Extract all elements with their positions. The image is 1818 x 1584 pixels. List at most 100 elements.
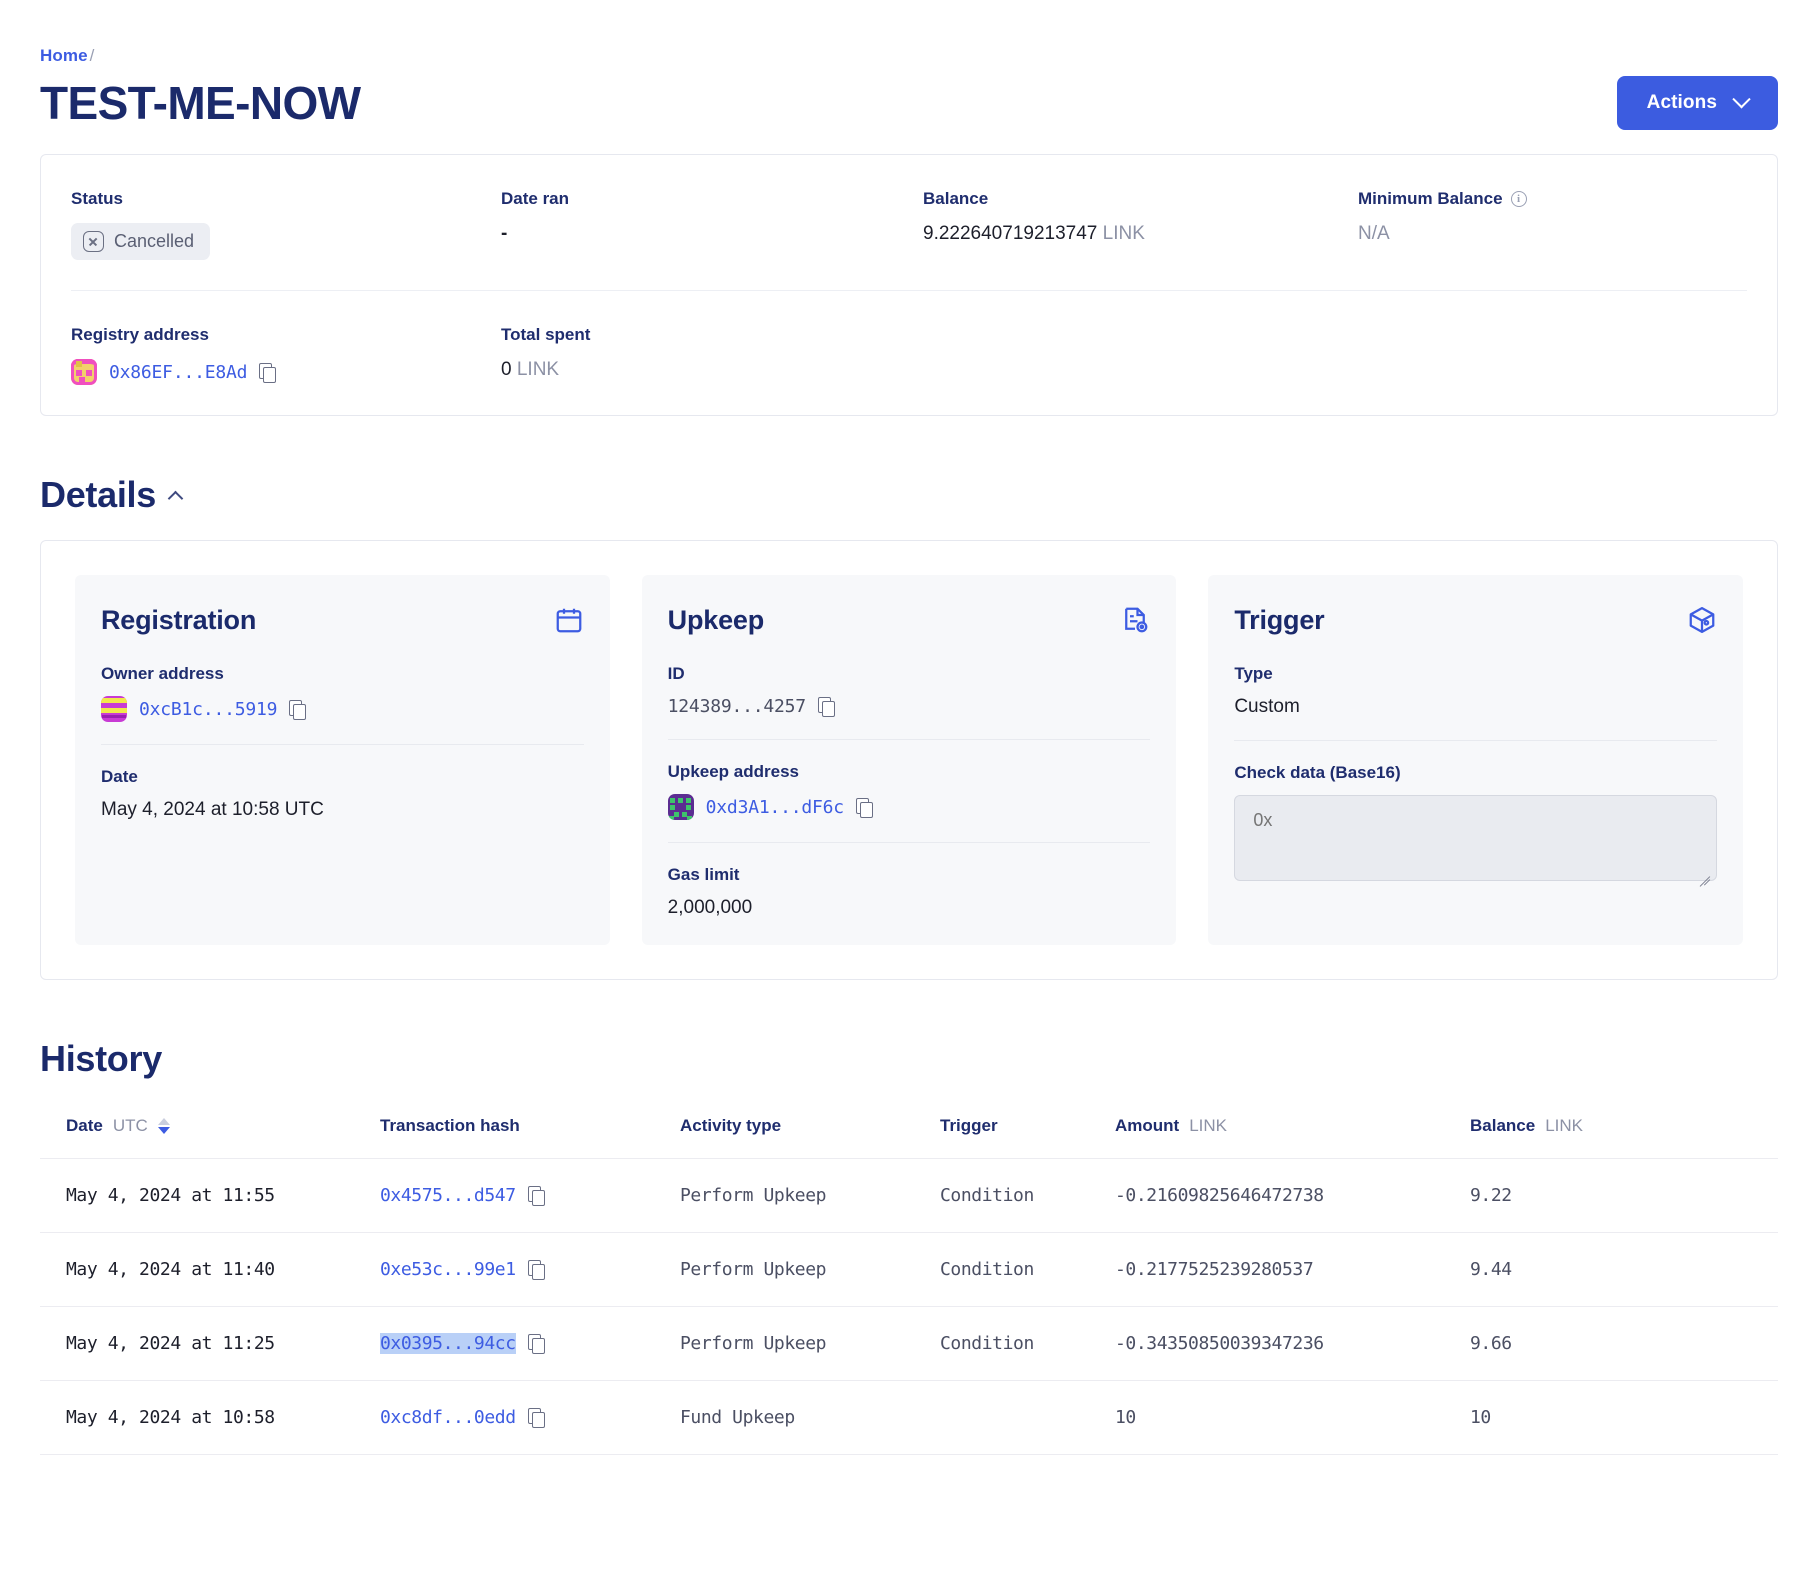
upkeep-panel: Upkeep ID 124389...4257 Upkeep address 0… bbox=[641, 575, 1177, 945]
balance-field: Balance 9.222640719213747 LINK bbox=[923, 189, 1358, 260]
copy-icon[interactable] bbox=[817, 697, 835, 717]
column-header-amount-unit: LINK bbox=[1189, 1116, 1228, 1135]
chevron-up-icon[interactable] bbox=[167, 490, 184, 506]
minimum-balance-label: Minimum Balance i bbox=[1358, 189, 1747, 209]
table-row: May 4, 2024 at 11:55 0x4575...d547 Perform… bbox=[40, 1158, 1778, 1233]
copy-icon[interactable] bbox=[289, 699, 307, 720]
owner-identicon-icon bbox=[101, 696, 127, 722]
copy-icon[interactable] bbox=[855, 797, 873, 818]
cell-balance: 9.22 bbox=[1470, 1158, 1778, 1233]
copy-icon[interactable] bbox=[527, 1186, 545, 1206]
cancel-octagon-icon bbox=[83, 231, 104, 252]
summary-row-bottom: Registry address 0x86EF...E8Ad Total spe… bbox=[71, 325, 1747, 385]
info-icon[interactable]: i bbox=[1510, 191, 1527, 207]
cell-hash: 0xe53c...99e1 bbox=[380, 1232, 680, 1307]
cell-hash: 0x4575...d547 bbox=[380, 1158, 680, 1233]
gas-limit-field: Gas limit 2,000,000 bbox=[667, 842, 1151, 919]
minimum-balance-label-text: Minimum Balance bbox=[1358, 189, 1503, 208]
column-header-date[interactable]: Date UTC bbox=[40, 1104, 380, 1159]
date-ran-value: - bbox=[501, 223, 508, 244]
table-header-row: Date UTC Transaction hash Activity type … bbox=[40, 1104, 1778, 1159]
trigger-panel: Trigger Type Custom Check data (Base16) bbox=[1208, 575, 1743, 945]
cell-balance: 10 bbox=[1470, 1380, 1778, 1455]
upkeep-address-label: Upkeep address bbox=[667, 762, 799, 781]
transaction-hash-link[interactable]: 0xe53c...99e1 bbox=[380, 1259, 516, 1280]
cell-activity-type: Perform Upkeep bbox=[680, 1232, 940, 1307]
total-spent-value-wrap: 0 LINK bbox=[501, 359, 923, 381]
transaction-hash-link[interactable]: 0x4575...d547 bbox=[380, 1185, 516, 1206]
check-data-input[interactable] bbox=[1234, 795, 1717, 881]
total-spent-field: Total spent 0 LINK bbox=[501, 325, 923, 385]
registration-date-value: May 4, 2024 at 10:58 UTC bbox=[101, 799, 324, 820]
trigger-type-label: Type bbox=[1234, 664, 1273, 683]
upkeep-address-line: 0xd3A1...dF6c bbox=[667, 794, 1151, 820]
copy-icon[interactable] bbox=[527, 1334, 545, 1354]
balance-value: 9.222640719213747 bbox=[923, 223, 1098, 244]
owner-address-field: Owner address 0xcB1c...5919 bbox=[101, 664, 584, 744]
copy-icon[interactable] bbox=[259, 362, 277, 383]
column-header-balance-unit: LINK bbox=[1545, 1116, 1583, 1135]
gas-limit-label: Gas limit bbox=[667, 865, 740, 884]
registry-address-label: Registry address bbox=[71, 325, 209, 344]
trigger-panel-title: Trigger bbox=[1234, 605, 1325, 635]
history-table: Date UTC Transaction hash Activity type … bbox=[40, 1104, 1778, 1455]
upkeep-panel-title: Upkeep bbox=[667, 605, 765, 635]
cell-activity-type: Perform Upkeep bbox=[680, 1306, 940, 1381]
actions-button[interactable]: Actions bbox=[1616, 76, 1778, 130]
column-header-trigger: Trigger bbox=[940, 1116, 998, 1135]
trigger-type-value: Custom bbox=[1234, 696, 1300, 717]
check-data-label: Check data (Base16) bbox=[1234, 763, 1401, 782]
cell-balance: 9.44 bbox=[1470, 1232, 1778, 1307]
cell-date: May 4, 2024 at 11:40 bbox=[40, 1232, 380, 1307]
column-header-activity: Activity type bbox=[680, 1116, 782, 1135]
balance-unit: LINK bbox=[1102, 223, 1145, 244]
registration-panel-title: Registration bbox=[101, 605, 257, 635]
spacer-cell-1 bbox=[923, 325, 1358, 385]
sort-arrows-icon[interactable] bbox=[157, 1118, 170, 1134]
upkeep-address-link[interactable]: 0xd3A1...dF6c bbox=[706, 797, 844, 818]
upkeep-identicon-icon bbox=[667, 794, 694, 820]
cell-hash: 0xc8df...0edd bbox=[380, 1380, 680, 1455]
page-header: TEST-ME-NOW Actions bbox=[40, 76, 1778, 130]
upkeep-id-line: 124389...4257 bbox=[668, 696, 1151, 717]
registry-address-link[interactable]: 0x86EF...E8Ad bbox=[109, 362, 247, 383]
copy-icon[interactable] bbox=[527, 1408, 545, 1428]
status-field: Status Cancelled bbox=[71, 189, 501, 260]
trigger-panel-header: Trigger bbox=[1234, 605, 1717, 636]
column-header-date-text: Date bbox=[66, 1116, 103, 1135]
history-section-heading: History bbox=[40, 1038, 1778, 1080]
balance-value-wrap: 9.222640719213747 LINK bbox=[923, 223, 1358, 245]
cell-trigger: Condition bbox=[940, 1232, 1115, 1307]
owner-address-link[interactable]: 0xcB1c...5919 bbox=[139, 699, 277, 720]
details-heading-text: Details bbox=[40, 474, 156, 515]
details-card: Registration Owner address 0xcB1c...5919… bbox=[40, 540, 1778, 980]
status-badge: Cancelled bbox=[71, 223, 211, 260]
column-header-balance: Balance LINK bbox=[1470, 1104, 1778, 1159]
breadcrumb-separator: / bbox=[89, 46, 95, 65]
summary-card: Status Cancelled Date ran - Balance 9.22… bbox=[40, 154, 1778, 416]
document-check-icon bbox=[1125, 607, 1148, 633]
cell-amount: -0.34350850039347236 bbox=[1115, 1306, 1470, 1381]
breadcrumb-home-link[interactable]: Home bbox=[40, 46, 88, 65]
registry-address-line: 0x86EF...E8Ad bbox=[71, 359, 501, 385]
cell-date: May 4, 2024 at 10:58 bbox=[40, 1380, 380, 1455]
cell-trigger bbox=[940, 1380, 1115, 1455]
history-table-head: Date UTC Transaction hash Activity type … bbox=[40, 1104, 1778, 1159]
total-spent-label: Total spent bbox=[501, 325, 591, 344]
table-row: May 4, 2024 at 11:25 0x0395...94cc Perform… bbox=[40, 1306, 1778, 1381]
transaction-hash-link[interactable]: 0xc8df...0edd bbox=[380, 1407, 516, 1428]
history-heading-text: History bbox=[40, 1038, 162, 1079]
actions-button-label: Actions bbox=[1646, 92, 1717, 113]
transaction-hash-link[interactable]: 0x0395...94cc bbox=[380, 1333, 516, 1354]
page-title: TEST-ME-NOW bbox=[40, 77, 361, 129]
table-row: May 4, 2024 at 11:40 0xe53c...99e1 Perform… bbox=[40, 1232, 1778, 1307]
copy-icon[interactable] bbox=[527, 1260, 545, 1280]
gas-limit-value: 2,000,000 bbox=[667, 897, 753, 918]
calendar-icon bbox=[556, 608, 582, 633]
cell-hash: 0x0395...94cc bbox=[380, 1306, 680, 1381]
registration-panel-header: Registration bbox=[101, 605, 584, 636]
column-header-amount: Amount LINK bbox=[1115, 1104, 1470, 1159]
breadcrumb: Home / bbox=[40, 0, 1778, 66]
table-row: May 4, 2024 at 10:58 0xc8df...0edd Fund Up… bbox=[40, 1380, 1778, 1455]
minimum-balance-value: N/A bbox=[1358, 223, 1390, 244]
